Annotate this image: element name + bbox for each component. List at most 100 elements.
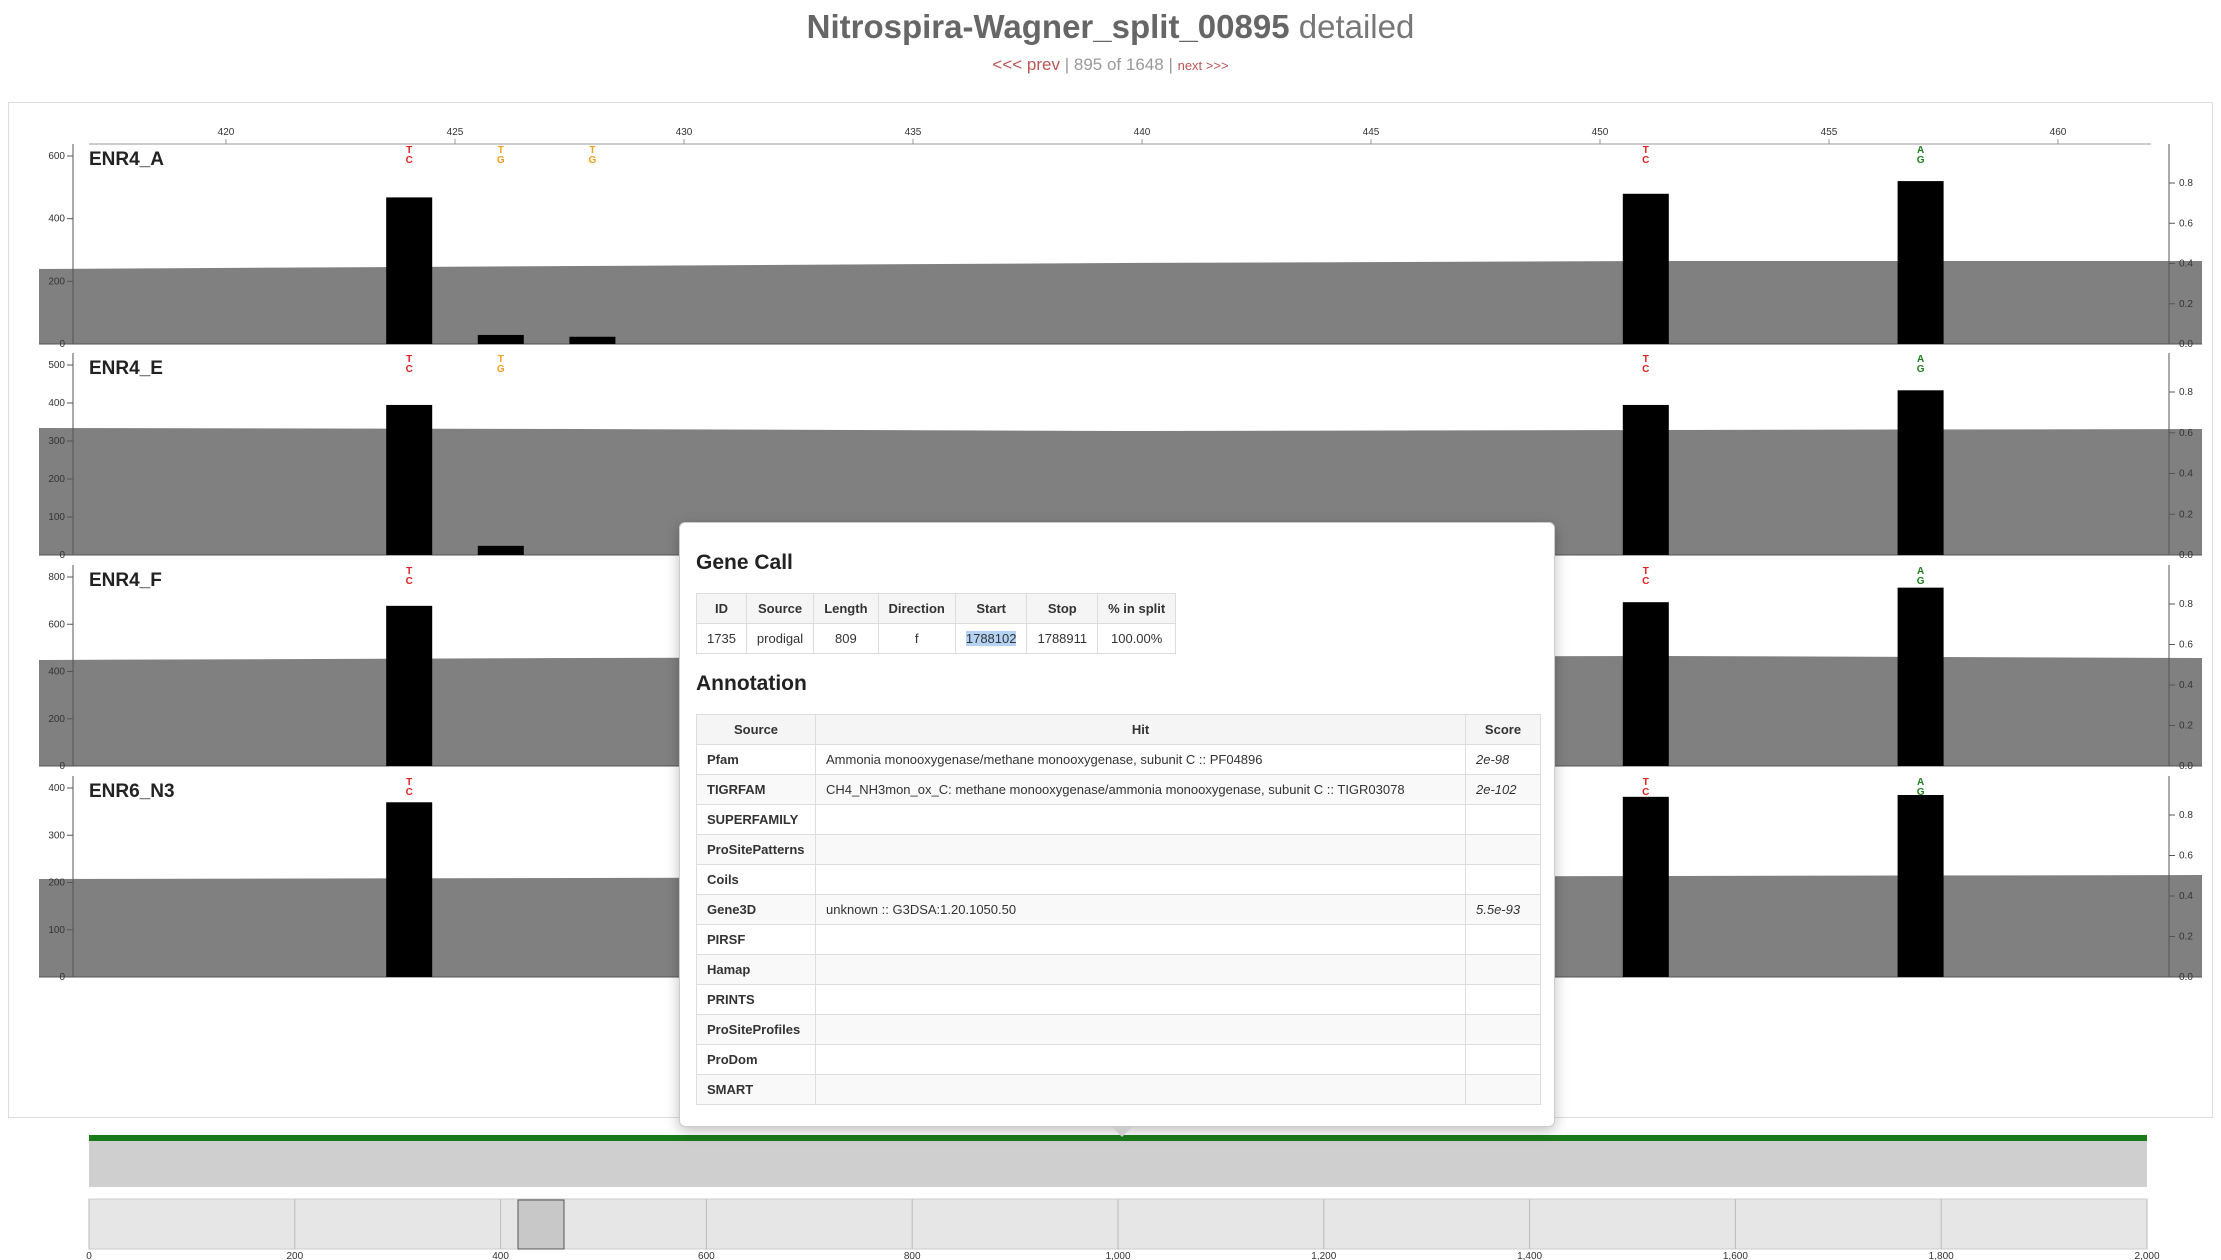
right-axis-tick-label: 0.2 (2179, 299, 2193, 310)
snv-bottom-base: C (1642, 576, 1649, 587)
title-suffix: detailed (1298, 8, 1415, 45)
right-axis-tick-label: 0.8 (2179, 810, 2193, 821)
annotation-hit-cell (815, 954, 1466, 985)
variability-bar[interactable] (1897, 795, 1944, 977)
annotation-row: ProDom (696, 1044, 1541, 1075)
annotation-row: SMART (696, 1074, 1541, 1105)
annotation-source-cell: ProDom (696, 1044, 816, 1075)
annotation-source-cell: ProSiteProfiles (696, 1014, 816, 1045)
variability-bar[interactable] (386, 802, 433, 977)
snv-bottom-base: G (1917, 364, 1925, 375)
snv-bottom-base: G (497, 364, 505, 375)
annotation-source-cell: Gene3D (696, 894, 816, 925)
annotation-row: PIRSF (696, 924, 1541, 955)
left-axis-tick-label: 0 (59, 972, 65, 983)
ruler-tick-label: 455 (1821, 127, 1838, 138)
annotation-hit-cell (815, 864, 1466, 895)
prev-link[interactable]: <<< prev (992, 55, 1060, 74)
annotation-table: Source Hit Score Pfam Ammonia monooxygenase… (696, 714, 1541, 1105)
page-title: Nitrospira-Wagner_split_00895 detailed (0, 8, 2221, 46)
right-axis-tick-label: 0.4 (2179, 469, 2193, 480)
split-name: Nitrospira-Wagner_split_00895 (806, 8, 1290, 45)
right-axis-tick-label: 0.2 (2179, 932, 2193, 943)
annotation-score-cell (1465, 864, 1541, 895)
variability-bar[interactable] (1622, 404, 1669, 555)
gene-call-cell: 1788102 (954, 623, 1028, 654)
gene-track[interactable] (89, 1135, 2147, 1187)
left-axis-tick-label: 200 (48, 878, 65, 889)
overview-tick-label: 600 (698, 1251, 715, 1260)
gene-call-popup: Gene Call ID Source Length Direction Start St… (679, 522, 1555, 1137)
annotation-score-cell (1465, 1074, 1541, 1105)
coverage-area (39, 261, 2202, 344)
gene-call-value: 1735 (707, 631, 736, 646)
variability-bar[interactable] (1897, 181, 1944, 344)
annotation-source-cell: SMART (696, 1074, 816, 1105)
left-axis-tick-label: 400 (48, 214, 65, 225)
right-axis-tick-label: 0.6 (2179, 640, 2193, 651)
overview-tick-label: 1,200 (1311, 1251, 1336, 1260)
ruler-tick-label: 430 (676, 127, 693, 138)
variability-bar[interactable] (386, 404, 433, 555)
annotation-row: Coils (696, 864, 1541, 895)
left-axis-tick-label: 600 (48, 619, 65, 630)
variability-bar[interactable] (477, 334, 524, 344)
gene-call-cell: 100.00% (1097, 623, 1177, 654)
variability-bar[interactable] (1622, 602, 1669, 766)
gene-call-value: f (914, 631, 919, 646)
annotation-source-cell: PRINTS (696, 984, 816, 1015)
overview-tick-label: 1,600 (1723, 1251, 1748, 1260)
nav-separator: | (1064, 55, 1070, 74)
annotation-score-cell: 2e-98 (1465, 744, 1541, 775)
overview-tick-label: 200 (286, 1251, 303, 1260)
annotation-header: Hit (815, 714, 1466, 745)
right-axis-tick-label: 0.0 (2179, 339, 2193, 350)
variability-bar[interactable] (386, 605, 433, 766)
annotation-score-cell (1465, 1044, 1541, 1075)
gene-call-value: 1788102 (965, 631, 1017, 646)
left-axis-tick-label: 100 (48, 925, 65, 936)
ruler-tick-label: 450 (1592, 127, 1609, 138)
right-axis-tick-label: 0.4 (2179, 259, 2193, 270)
annotation-score-cell: 2e-102 (1465, 774, 1541, 805)
variability-bar[interactable] (569, 336, 616, 344)
annotation-row: TIGRFAM CH4_NH3mon_ox_C: methane monooxyg… (696, 774, 1541, 805)
ruler-tick-label: 425 (447, 127, 464, 138)
annotation-hit-cell: Ammonia monooxygenase/methane monooxygen… (815, 744, 1466, 775)
sample-name: ENR4_A (89, 149, 164, 170)
annotation-row: ProSiteProfiles (696, 1014, 1541, 1045)
annotation-source-cell: Hamap (696, 954, 816, 985)
variability-bar[interactable] (1622, 796, 1669, 977)
gene-call-cell: 1735 (696, 623, 747, 654)
gene-call-header: % in split (1097, 593, 1177, 624)
left-axis-tick-label: 200 (48, 276, 65, 287)
variability-bar[interactable] (1622, 193, 1669, 344)
snv-bottom-base: C (406, 364, 413, 375)
ruler-tick-label: 460 (2050, 127, 2067, 138)
snv-bottom-base: C (1642, 364, 1649, 375)
gene-call-header: ID (696, 593, 747, 624)
variability-bar[interactable] (1897, 587, 1944, 766)
overview-brush-handle[interactable] (517, 1199, 565, 1250)
annotation-hit-cell (815, 804, 1466, 835)
right-axis-tick-label: 0.8 (2179, 387, 2193, 398)
snv-bottom-base: C (406, 576, 413, 587)
variability-bar[interactable] (386, 197, 433, 344)
ruler-tick-label: 440 (1134, 127, 1151, 138)
annotation-score-cell (1465, 954, 1541, 985)
annotation-source-cell: TIGRFAM (696, 774, 816, 805)
gene-call-value: 809 (835, 631, 857, 646)
sample-name: ENR4_F (89, 570, 162, 591)
snv-bottom-base: G (1917, 787, 1925, 798)
next-link[interactable]: next >>> (1178, 58, 1229, 73)
variability-bar[interactable] (477, 545, 524, 555)
left-axis-tick-label: 800 (48, 572, 65, 583)
gene-call-cell: 1788911 (1026, 623, 1099, 654)
split-navigation: <<< prev | 895 of 1648 | next >>> (0, 55, 2221, 75)
annotation-source-cell: ProSitePatterns (696, 834, 816, 865)
left-axis-tick-label: 300 (48, 436, 65, 447)
annotation-source-cell: PIRSF (696, 924, 816, 955)
variability-bar[interactable] (1897, 390, 1944, 555)
gene-call-header: Length (813, 593, 879, 624)
gene-call-value: 100.00% (1111, 631, 1163, 646)
